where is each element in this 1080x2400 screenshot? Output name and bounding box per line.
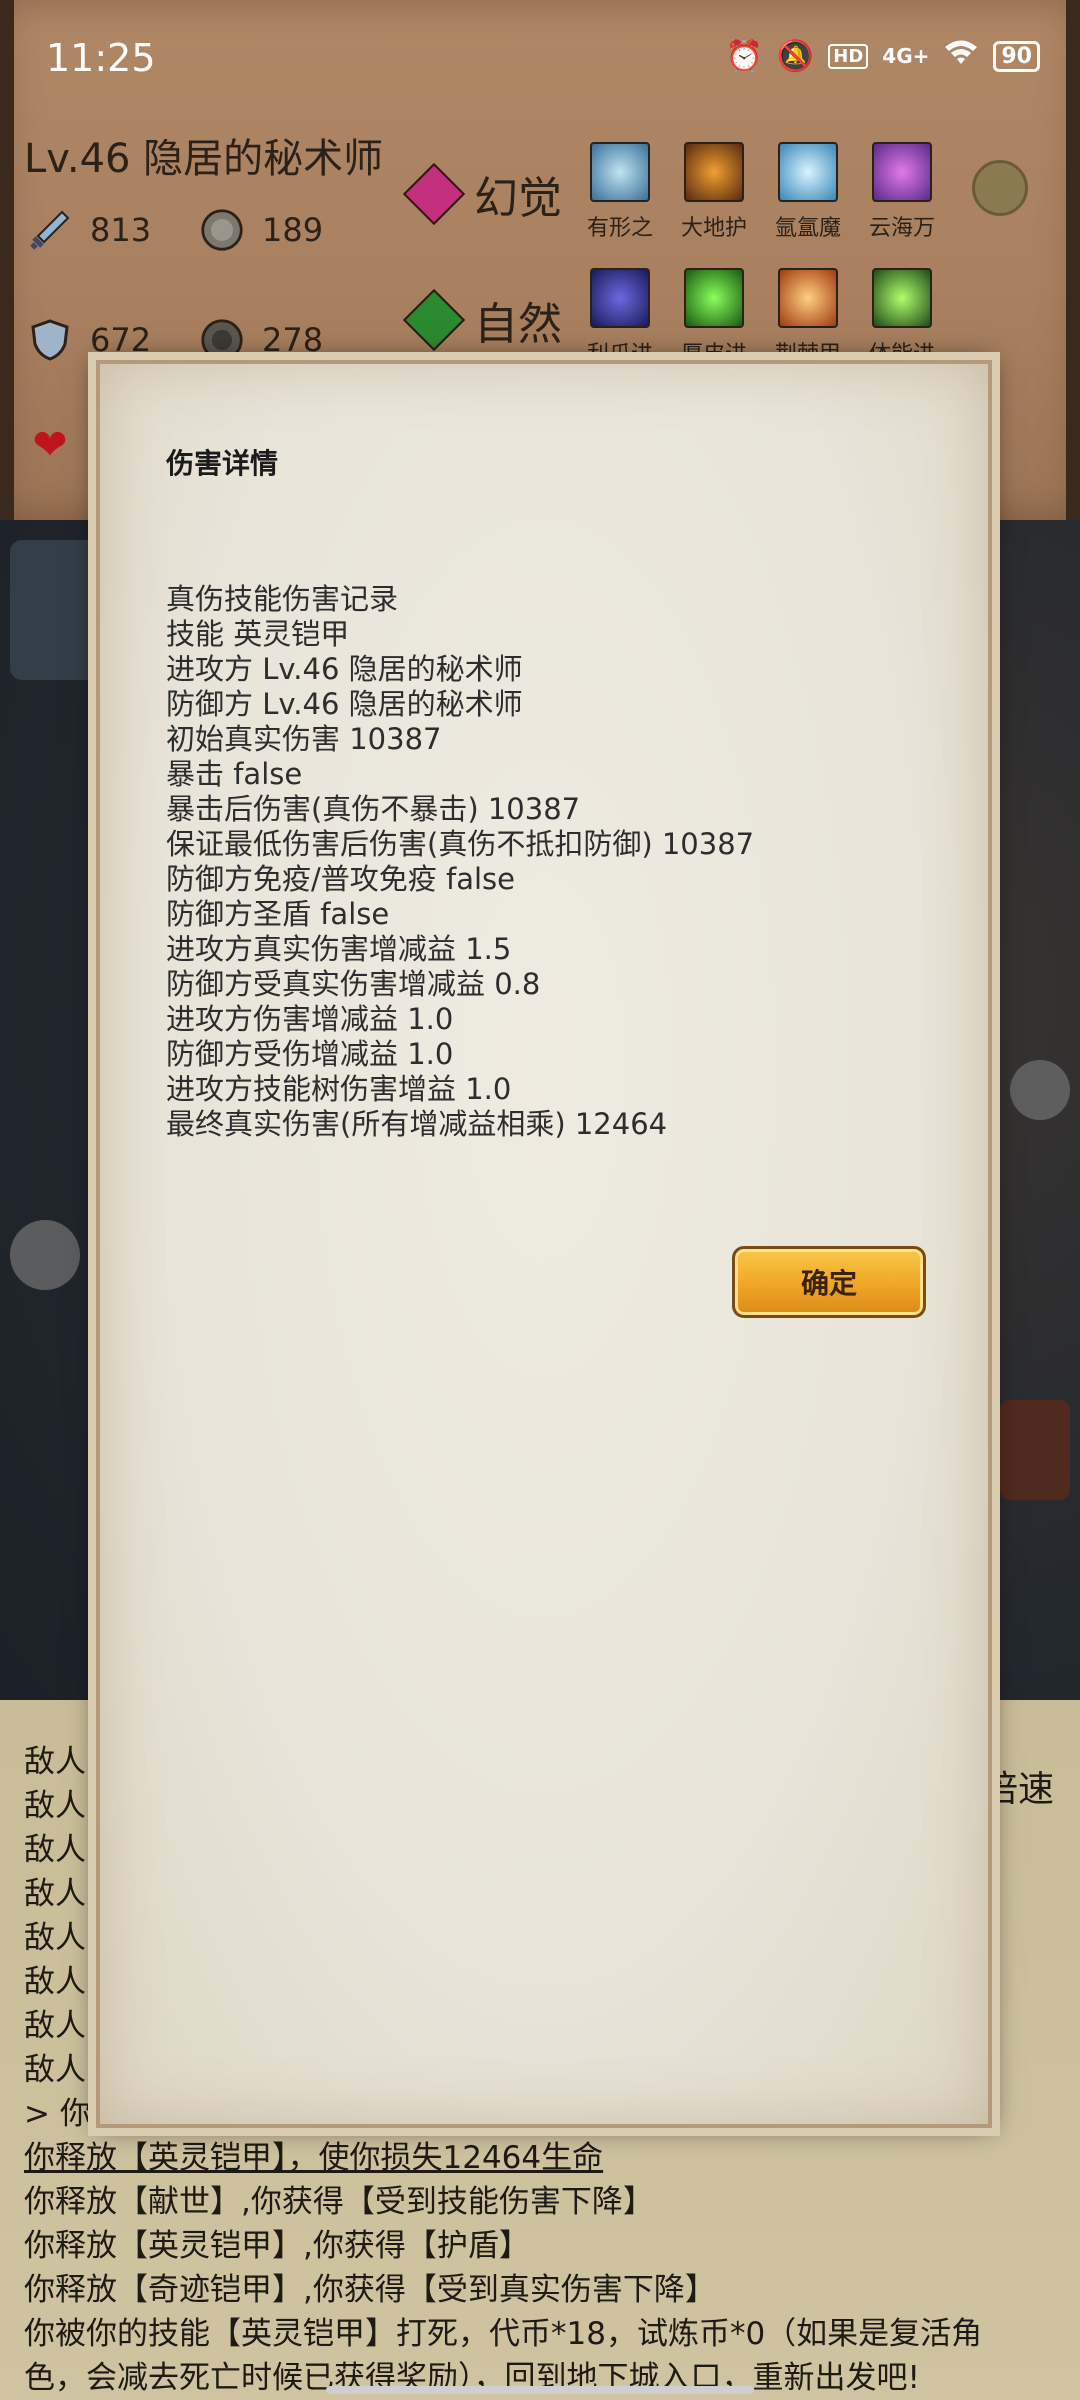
skill-label: 大地护 <box>680 216 747 241</box>
battery-icon: 90 <box>993 40 1040 72</box>
magic-orb-icon <box>200 208 244 252</box>
detail-line: 防御方免疫/普攻免疫 false <box>166 862 515 896</box>
status-time: 11:25 <box>46 36 156 80</box>
skill-nature-2[interactable]: 厚皮进 <box>674 268 754 368</box>
speed-label[interactable]: 倍速 <box>982 1760 1054 1812</box>
detail-line: 进攻方真实伤害增减益 1.5 <box>166 932 512 966</box>
detail-line: 初始真实伤害 10387 <box>166 722 442 756</box>
detail-line: 防御方 Lv.46 隐居的秘术师 <box>166 687 523 721</box>
detail-line: 进攻方伤害增减益 1.0 <box>166 1002 454 1036</box>
magic-shield-icon <box>200 318 244 362</box>
dialog-title: 伤害详情 <box>166 447 279 480</box>
thorn-armor-icon <box>778 268 838 328</box>
detail-line: 防御方受真实伤害增减益 0.8 <box>166 967 541 1001</box>
wind-swirl-icon <box>590 142 650 202</box>
magic-defense-value: 278 <box>262 321 324 359</box>
alarm-icon: ⏰ <box>725 38 763 74</box>
school-illusion[interactable]: 幻觉 <box>402 162 562 226</box>
magic-attack-stat: 189 <box>200 208 323 252</box>
magic-attack-value: 189 <box>262 211 324 249</box>
nature-gem-icon <box>402 288 466 352</box>
school-illusion-label: 幻觉 <box>474 173 562 224</box>
skill-illusion-2[interactable]: 大地护 <box>674 142 754 242</box>
detail-line: 防御方圣盾 false <box>166 897 390 931</box>
coin-icon[interactable] <box>972 160 1028 216</box>
confirm-button[interactable]: 确定 <box>732 1246 926 1318</box>
skull-icon <box>1010 1060 1070 1120</box>
log-line: 你释放【英灵铠甲】,你获得【护盾】 <box>24 2228 530 2264</box>
heart-icon: ❤ <box>32 419 68 469</box>
log-enemy-line: 敌人 <box>24 1920 86 1956</box>
log-enemy-line: 敌人 <box>24 1744 86 1780</box>
earth-hex-icon <box>684 142 744 202</box>
log-line: 你释放【献世】,你获得【受到技能伤害下降】 <box>24 2184 654 2220</box>
detail-line: 进攻方 Lv.46 隐居的秘术师 <box>166 652 523 686</box>
skill-illusion-4[interactable]: 云海万 <box>862 142 942 242</box>
skull-icon <box>10 1220 80 1290</box>
log-enemy-line: 敌人 <box>24 1788 86 1824</box>
school-nature-label: 自然 <box>474 299 562 350</box>
signal-icon: 4G+ <box>882 44 930 68</box>
thick-hide-icon <box>684 268 744 328</box>
detail-line: 防御方受伤增减益 1.0 <box>166 1037 454 1071</box>
attack-value: 813 <box>90 211 152 249</box>
detail-line: 暴击 false <box>166 757 303 791</box>
detail-line: 进攻方技能树伤害增益 1.0 <box>166 1072 512 1106</box>
log-enemy-line: 敌人 <box>24 1964 86 2000</box>
log-enemy-line: 敌人 <box>24 1832 86 1868</box>
log-enemy-line: 敌人 <box>24 1876 86 1912</box>
character-title: Lv.46 隐居的秘术师 <box>24 136 384 182</box>
skill-nature-1[interactable]: 利爪进 <box>580 268 660 368</box>
detail-line: 真伤技能伤害记录 <box>166 582 399 616</box>
defense-value: 672 <box>90 321 152 359</box>
shield-icon <box>28 318 72 362</box>
detail-line: 暴击后伤害(真伤不暴击) 10387 <box>166 792 581 826</box>
skill-label: 云海万 <box>868 216 935 241</box>
hd-icon: HD <box>828 43 869 69</box>
stamina-icon <box>872 268 932 328</box>
skill-nature-3[interactable]: 荆棘甲 <box>768 268 848 368</box>
cloud-swirl-icon <box>872 142 932 202</box>
log-line: 你释放【奇迹铠甲】,你获得【受到真实伤害下降】 <box>24 2272 716 2308</box>
skill-illusion-1[interactable]: 有形之 <box>580 142 660 242</box>
skill-label: 有形之 <box>586 216 653 241</box>
health-stat: ❤ <box>28 419 72 469</box>
crystal-icon <box>778 142 838 202</box>
lantern-decoration <box>1000 1400 1070 1500</box>
illusion-gem-icon <box>402 162 466 226</box>
skill-label: 氩氲魔 <box>774 216 841 241</box>
skill-illusion-3[interactable]: 氩氲魔 <box>768 142 848 242</box>
sword-icon <box>28 208 72 252</box>
detail-line: 保证最低伤害后伤害(真伤不抵扣防御) 10387 <box>166 827 755 861</box>
damage-detail-list: 真伤技能伤害记录 技能 英灵铠甲 进攻方 Lv.46 隐居的秘术师 防御方 Lv… <box>166 582 754 1142</box>
magic-defense-stat: 278 <box>200 318 323 362</box>
status-icons: ⏰ 🔕 HD 4G+ 90 <box>726 38 1040 74</box>
log-enemy-line: 敌人 <box>24 2008 86 2044</box>
status-bar: 11:25 ⏰ 🔕 HD 4G+ 90 <box>0 0 1080 120</box>
damage-detail-dialog: 伤害详情 真伤技能伤害记录 技能 英灵铠甲 进攻方 Lv.46 隐居的秘术师 防… <box>96 360 992 2128</box>
skill-nature-4[interactable]: 体能进 <box>862 268 942 368</box>
tower-decoration <box>10 540 100 680</box>
school-nature[interactable]: 自然 <box>402 288 562 352</box>
detail-line: 技能 英灵铠甲 <box>166 617 350 651</box>
log-line: 你被你的技能【英灵铠甲】打死，代币*18，试炼币*0（如果是复活角 <box>24 2316 983 2352</box>
gesture-bar[interactable] <box>326 2386 754 2394</box>
log-line: 你释放【英灵铠甲】，使你损失12464生命 <box>24 2140 604 2176</box>
mute-icon: 🔕 <box>776 38 815 74</box>
detail-line: 最终真实伤害(所有增减益相乘) 12464 <box>166 1107 668 1141</box>
attack-stat: 813 <box>28 208 151 252</box>
log-enemy-line: 敌人 <box>24 2052 86 2088</box>
defense-stat: 672 <box>28 318 151 362</box>
wifi-icon <box>943 38 979 74</box>
claw-beast-icon <box>590 268 650 328</box>
